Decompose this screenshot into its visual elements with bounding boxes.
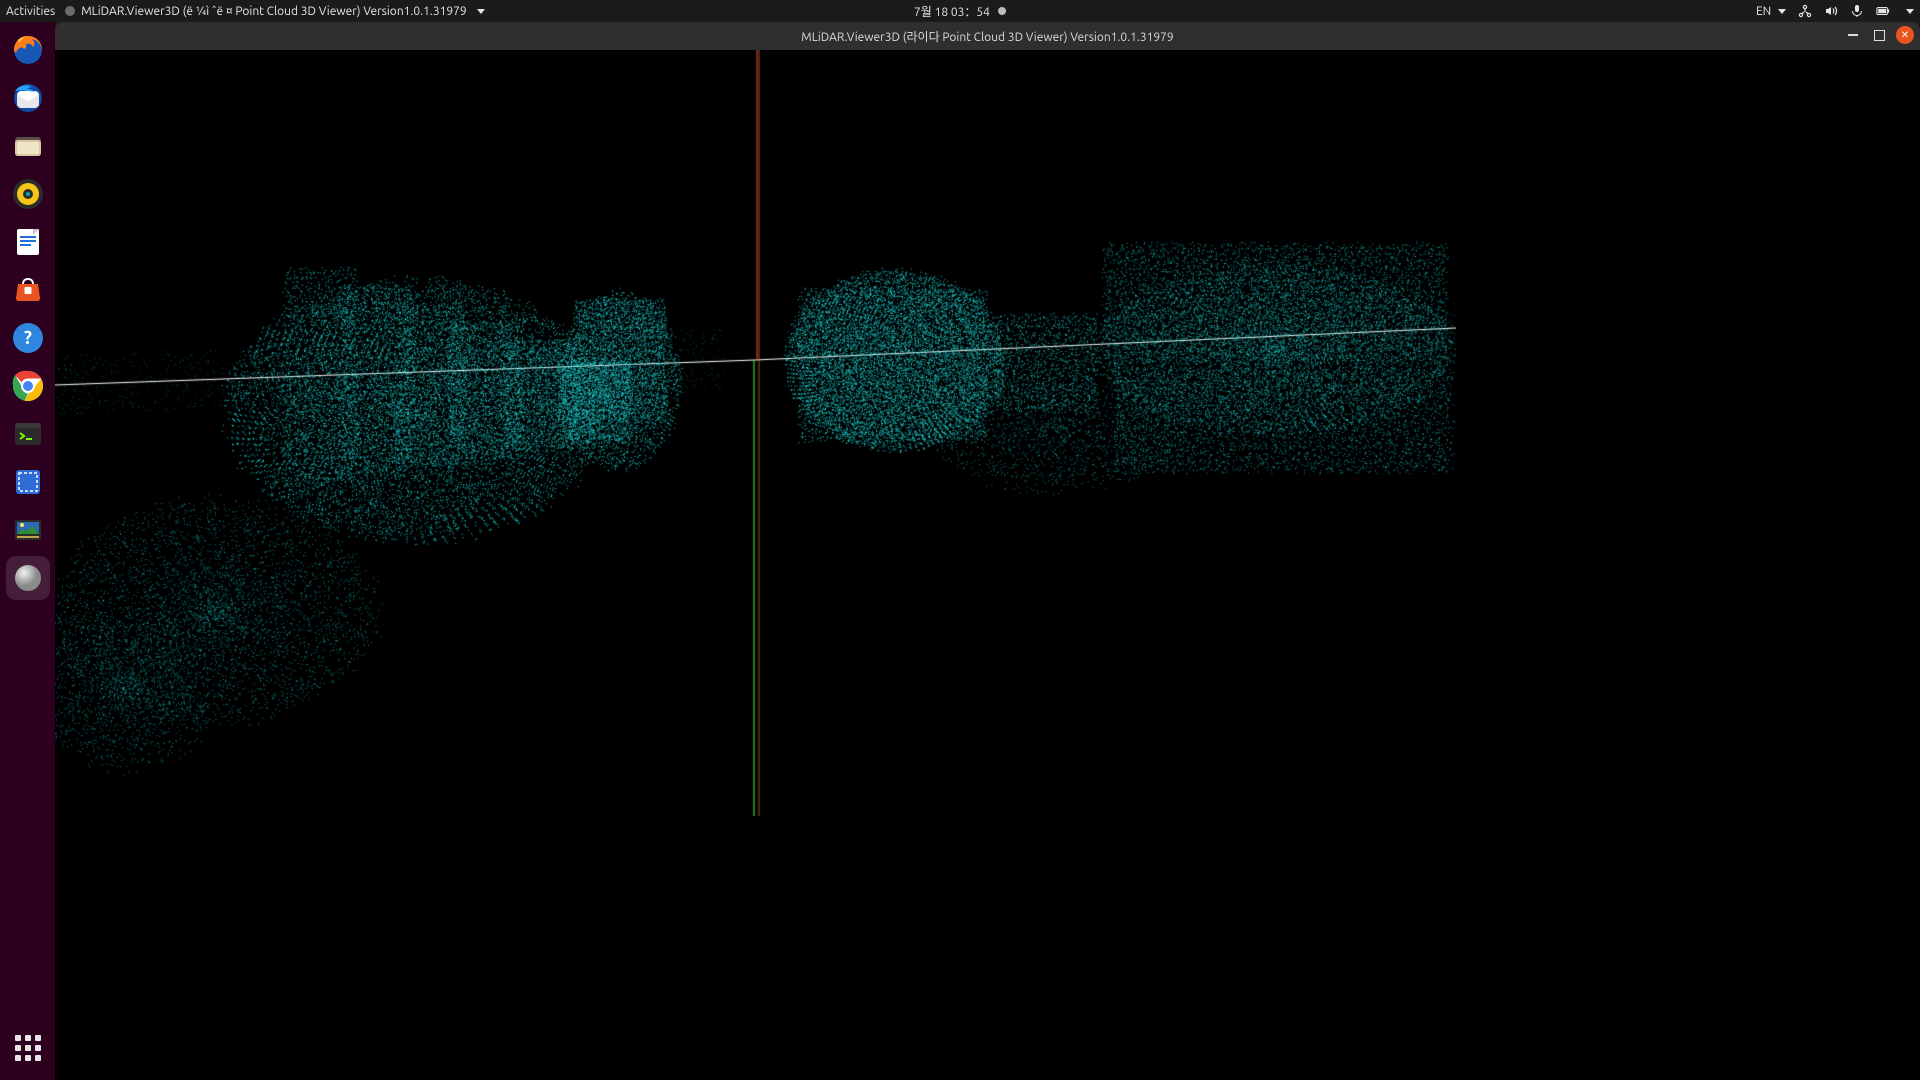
chevron-down-icon	[1778, 9, 1786, 14]
app-indicator-icon	[65, 6, 75, 16]
network-icon[interactable]	[1798, 4, 1812, 18]
dock-writer[interactable]	[6, 220, 50, 264]
microphone-icon[interactable]	[1850, 4, 1864, 18]
gnome-topbar: Activities MLiDAR.Viewer3D (ë ¼ì ˆë ¤ Po…	[0, 0, 1920, 22]
dock-terminal[interactable]	[6, 412, 50, 456]
pointcloud-canvas[interactable]	[55, 50, 1456, 816]
dock-software[interactable]	[6, 268, 50, 312]
show-applications-button[interactable]	[6, 1026, 50, 1070]
activities-button[interactable]: Activities	[6, 5, 55, 18]
window-close-button[interactable]	[1896, 26, 1914, 44]
ubuntu-dock: ?	[0, 22, 55, 1080]
system-menu-chevron-icon[interactable]	[1906, 9, 1914, 14]
clock-label: 7월 18 03：54	[914, 3, 990, 20]
input-source-indicator[interactable]: EN	[1756, 5, 1786, 18]
dock-rhythmbox[interactable]	[6, 172, 50, 216]
topbar-app-menu[interactable]: MLiDAR.Viewer3D (ë ¼ì ˆë ¤ Point Cloud 3…	[65, 5, 484, 18]
chevron-down-icon	[477, 9, 485, 14]
mlidar-window: MLiDAR.Viewer3D (라이다 Point Cloud 3D View…	[55, 22, 1920, 1080]
dock-thunderbird[interactable]	[6, 76, 50, 120]
lang-label: EN	[1756, 5, 1771, 18]
dock-screenshot[interactable]	[6, 460, 50, 504]
dock-help[interactable]: ?	[6, 316, 50, 360]
window-titlebar[interactable]: MLiDAR.Viewer3D (라이다 Point Cloud 3D View…	[55, 22, 1920, 50]
window-minimize-button[interactable]	[1844, 26, 1862, 44]
svg-text:?: ?	[24, 328, 32, 348]
dock-mlidar-viewer[interactable]	[6, 556, 50, 600]
topbar-clock[interactable]: 7월 18 03：54	[914, 3, 1006, 20]
dock-image-viewer[interactable]	[6, 508, 50, 552]
dock-firefox[interactable]	[6, 28, 50, 72]
window-maximize-button[interactable]	[1870, 26, 1888, 44]
dock-files[interactable]	[6, 124, 50, 168]
topbar-app-title: MLiDAR.Viewer3D (ë ¼ì ˆë ¤ Point Cloud 3…	[81, 5, 466, 18]
pointcloud-viewport[interactable]	[55, 50, 1920, 1080]
battery-icon[interactable]	[1876, 4, 1890, 18]
window-title: MLiDAR.Viewer3D (라이다 Point Cloud 3D View…	[801, 28, 1173, 45]
dock-chrome[interactable]	[6, 364, 50, 408]
volume-icon[interactable]	[1824, 4, 1838, 18]
notification-dot-icon	[998, 7, 1006, 15]
